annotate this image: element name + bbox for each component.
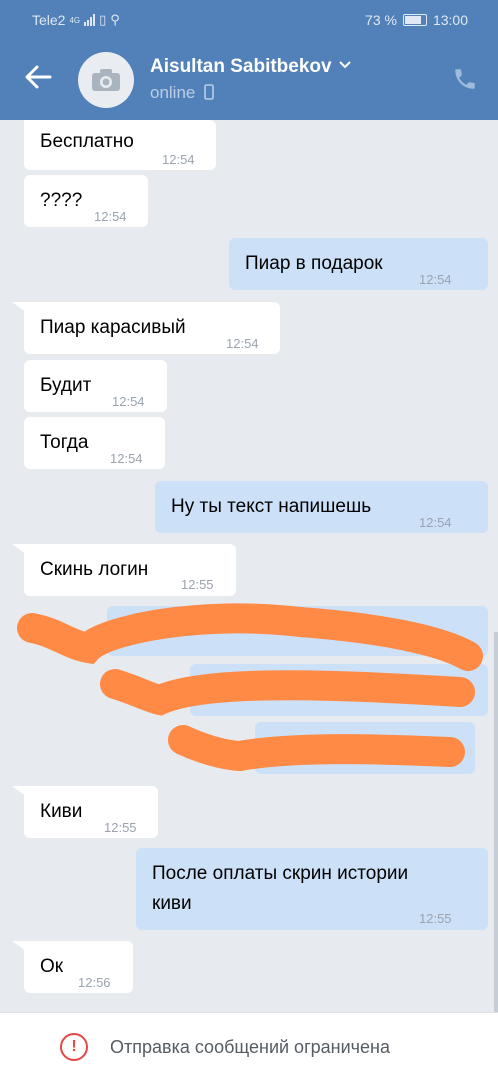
message-text: Бесплатно: [40, 131, 134, 152]
message-out-redacted[interactable]: [107, 606, 488, 656]
message-text-line2: киви: [152, 893, 192, 914]
message-in[interactable]: Ок 12:56: [12, 941, 133, 993]
message-text: Ну ты текст напишешь: [171, 496, 372, 517]
message-in[interactable]: Бесплатно 12:54: [24, 120, 216, 170]
message-text: Тогда: [40, 432, 89, 453]
warning-icon: !: [60, 1033, 88, 1061]
message-time: 12:54: [94, 209, 127, 224]
clock: 13:00: [432, 12, 468, 28]
message-out[interactable]: Пиар в подарок 12:54: [229, 238, 488, 290]
message-in[interactable]: Тогда 12:54: [24, 417, 165, 469]
vibrate-icon: ▯: [99, 12, 107, 27]
scrollbar[interactable]: [494, 632, 498, 1012]
message-text-line1: После оплаты скрин истории: [152, 863, 409, 884]
message-time: 12:54: [419, 515, 452, 530]
battery-icon: [402, 14, 427, 26]
phone-call-icon[interactable]: [452, 66, 478, 97]
message-out[interactable]: После оплаты скрин истории киви 12:55: [136, 848, 488, 930]
message-time: 12:54: [110, 451, 143, 466]
message-text: ????: [40, 190, 83, 211]
message-time: 12:54: [112, 394, 145, 409]
network-label: 4G: [69, 15, 81, 25]
message-in[interactable]: Киви 12:55: [12, 786, 158, 838]
message-text: Киви: [40, 801, 83, 822]
carrier-label: Tele2: [32, 12, 66, 28]
message-time: 12:54: [419, 272, 452, 287]
message-text: Пиар карасивый: [40, 317, 186, 338]
message-out[interactable]: Ну ты текст напишешь 12:54: [155, 481, 488, 533]
message-in[interactable]: ???? 12:54: [24, 175, 148, 227]
chat-header: Aisultan Sabitbekov online: [0, 40, 498, 120]
message-time: 12:56: [78, 975, 111, 990]
message-time: 12:54: [162, 152, 195, 167]
chevron-down-icon[interactable]: [338, 57, 352, 73]
message-in[interactable]: Будит 12:54: [24, 360, 167, 412]
contact-status-text: online: [150, 83, 196, 102]
message-time: 12:55: [104, 820, 137, 835]
message-time: 12:55: [419, 911, 452, 926]
message-out-redacted[interactable]: [190, 664, 488, 716]
battery-percent: 73 %: [365, 12, 397, 28]
camera-icon: [92, 69, 120, 91]
contact-status: online: [150, 83, 214, 103]
message-text: Скинь логин: [40, 559, 149, 580]
message-time: 12:55: [181, 577, 214, 592]
contact-name-text: Aisultan Sabitbekov: [150, 56, 332, 77]
message-time: 12:54: [226, 336, 259, 351]
signal-icon: [84, 14, 96, 26]
message-text: Будит: [40, 375, 92, 396]
message-text: Ок: [40, 956, 64, 977]
status-bar: Tele2 4G ▯ ⚲ 73 % 13:00: [0, 0, 498, 40]
message-in[interactable]: Скинь логин 12:55: [12, 544, 236, 596]
message-in[interactable]: Пиар карасивый 12:54: [12, 302, 280, 354]
search-icon: ⚲: [110, 12, 120, 27]
mobile-icon: [204, 84, 214, 100]
avatar[interactable]: [78, 52, 134, 108]
messaging-restricted-bar: ! Отправка сообщений ограничена: [0, 1012, 498, 1080]
back-arrow-icon[interactable]: [20, 62, 56, 98]
message-text: Пиар в подарок: [245, 253, 383, 274]
message-out-redacted[interactable]: [255, 722, 475, 774]
restriction-notice: Отправка сообщений ограничена: [110, 1037, 390, 1057]
contact-name[interactable]: Aisultan Sabitbekov: [150, 56, 352, 78]
